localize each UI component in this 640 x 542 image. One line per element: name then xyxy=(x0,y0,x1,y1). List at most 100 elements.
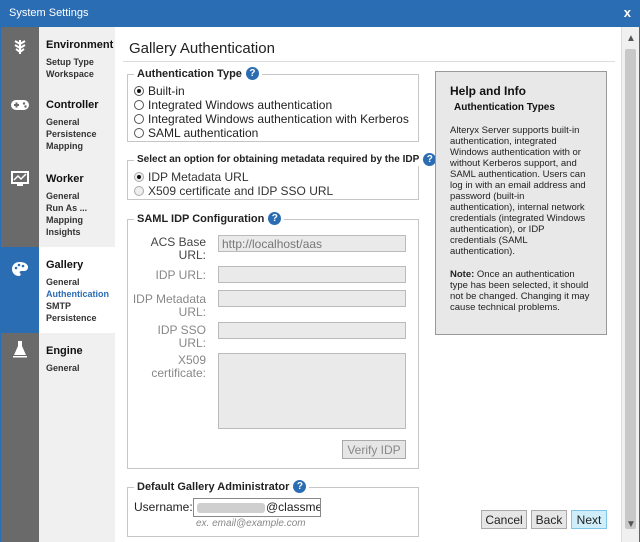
nav-heading-worker[interactable]: Worker xyxy=(46,173,87,185)
radio-label: X509 certificate and IDP SSO URL xyxy=(148,184,334,198)
radio-indicator[interactable] xyxy=(134,186,144,196)
nav-section-engine: Engine General xyxy=(46,345,83,374)
acs-base-url-label: ACS Base URL: xyxy=(150,235,206,262)
radio-label: SAML authentication xyxy=(148,126,259,140)
default-admin-help-icon[interactable]: ? xyxy=(293,480,307,493)
metadata-legend: Select an option for obtaining metadata … xyxy=(134,153,440,166)
radio-label: Integrated Windows authentication xyxy=(148,98,333,112)
scroll-up-arrow[interactable]: ▲ xyxy=(622,31,640,47)
nav-item-gallery-general[interactable]: General xyxy=(46,276,109,288)
nav-item-gallery-authentication[interactable]: Authentication xyxy=(46,288,109,300)
help-note-label: Note: xyxy=(450,269,475,280)
nav-item-gallery-smtp[interactable]: SMTP xyxy=(46,300,109,312)
nav-item-setup-type[interactable]: Setup Type xyxy=(46,56,113,68)
radio-indicator[interactable] xyxy=(134,114,144,124)
palette-icon[interactable] xyxy=(1,255,39,283)
radio-indicator[interactable] xyxy=(134,128,144,138)
next-button[interactable]: Next xyxy=(571,510,607,529)
saml-config-group: SAML IDP Configuration ? ACS Base URL: h… xyxy=(127,212,419,469)
monitor-icon[interactable] xyxy=(1,165,39,193)
radio-integrated-windows-kerberos[interactable]: Integrated Windows authentication with K… xyxy=(134,112,409,126)
redacted-text xyxy=(197,502,265,513)
metadata-legend-text: Select an option for obtaining metadata … xyxy=(137,154,420,165)
nav-section-environment: Environment Setup Type Workspace xyxy=(46,39,113,80)
idp-url-field[interactable] xyxy=(218,266,406,283)
radio-label: Integrated Windows authentication with K… xyxy=(148,112,409,126)
flask-icon[interactable] xyxy=(1,335,39,363)
nav-item-worker-insights[interactable]: Insights xyxy=(46,226,87,238)
window-title: System Settings xyxy=(9,7,89,19)
gamepad-icon[interactable] xyxy=(1,91,39,119)
main-content: Gallery Authentication Authentication Ty… xyxy=(115,27,621,542)
help-body: Alteryx Server supports built-in authent… xyxy=(450,125,586,257)
nav-section-worker: Worker General Run As ... Mapping Insigh… xyxy=(46,173,87,238)
nav-item-engine-general[interactable]: General xyxy=(46,362,83,374)
nav-heading-engine[interactable]: Engine xyxy=(46,345,83,357)
nav-heading-gallery[interactable]: Gallery xyxy=(46,259,109,271)
saml-help-icon[interactable]: ? xyxy=(268,212,282,225)
saml-legend-text: SAML IDP Configuration xyxy=(137,212,265,225)
idp-metadata-url-field[interactable] xyxy=(218,290,406,307)
settings-navigation: Environment Setup Type Workspace Control… xyxy=(39,27,115,542)
username-hint: ex. email@example.com xyxy=(196,518,306,529)
help-subtitle: Authentication Types xyxy=(454,102,555,113)
radio-saml[interactable]: SAML authentication xyxy=(134,126,258,140)
auth-type-help-icon[interactable]: ? xyxy=(245,67,259,80)
help-title: Help and Info xyxy=(450,84,526,98)
leaf-icon[interactable] xyxy=(1,33,39,61)
nav-item-gallery-persistence[interactable]: Persistence xyxy=(46,312,109,324)
help-note: Note: Once an authentication type has be… xyxy=(450,269,592,313)
system-settings-window: System Settings x Environment Setup Type… xyxy=(0,0,640,542)
metadata-option-group: Select an option for obtaining metadata … xyxy=(127,153,440,200)
radio-label: Built-in xyxy=(148,84,185,98)
default-admin-group: Default Gallery Administrator ? Username… xyxy=(127,480,419,537)
nav-item-worker-mapping[interactable]: Mapping xyxy=(46,214,87,226)
vertical-scrollbar[interactable]: ▲ ▼ xyxy=(621,27,639,542)
nav-item-controller-general[interactable]: General xyxy=(46,116,99,128)
radio-indicator[interactable] xyxy=(134,100,144,110)
radio-x509-sso[interactable]: X509 certificate and IDP SSO URL xyxy=(134,184,333,198)
icon-sidebar xyxy=(1,27,39,542)
title-bar: System Settings x xyxy=(1,1,639,27)
help-info-panel: Help and Info Authentication Types Alter… xyxy=(435,71,607,335)
nav-item-worker-general[interactable]: General xyxy=(46,190,87,202)
default-admin-legend: Default Gallery Administrator ? xyxy=(134,480,310,493)
nav-item-controller-persistence[interactable]: Persistence xyxy=(46,128,99,140)
cancel-button[interactable]: Cancel xyxy=(481,510,527,529)
username-label: Username: xyxy=(134,500,193,514)
title-divider xyxy=(123,61,615,62)
nav-item-controller-mapping[interactable]: Mapping xyxy=(46,140,99,152)
idp-sso-url-label: IDP SSO URL: xyxy=(157,323,206,350)
auth-type-group: Authentication Type ? Built-in Integrate… xyxy=(127,67,419,142)
nav-section-controller: Controller General Persistence Mapping xyxy=(46,99,99,152)
radio-idp-metadata-url[interactable]: IDP Metadata URL xyxy=(134,170,249,184)
nav-section-gallery: Gallery General Authentication SMTP Pers… xyxy=(46,259,109,324)
radio-integrated-windows[interactable]: Integrated Windows authentication xyxy=(134,98,332,112)
scrollbar-thumb[interactable] xyxy=(625,49,636,529)
nav-heading-controller[interactable]: Controller xyxy=(46,99,99,111)
default-admin-legend-text: Default Gallery Administrator xyxy=(137,480,290,493)
radio-built-in[interactable]: Built-in xyxy=(134,84,185,98)
nav-item-worker-run-as[interactable]: Run As ... xyxy=(46,202,87,214)
scroll-down-arrow[interactable]: ▼ xyxy=(622,517,640,533)
auth-type-legend-text: Authentication Type xyxy=(137,67,242,80)
idp-url-label: IDP URL: xyxy=(155,268,206,282)
back-button[interactable]: Back xyxy=(531,510,567,529)
nav-heading-environment[interactable]: Environment xyxy=(46,39,113,51)
username-value: @classmet xyxy=(266,500,321,514)
page-title: Gallery Authentication xyxy=(129,40,275,57)
username-input[interactable]: @classmet xyxy=(193,498,321,517)
radio-indicator-selected[interactable] xyxy=(134,172,144,182)
close-button[interactable]: x xyxy=(624,5,631,20)
x509-certificate-label: X509 certificate: xyxy=(151,353,206,380)
auth-type-legend: Authentication Type ? xyxy=(134,67,262,80)
idp-sso-url-field[interactable] xyxy=(218,322,406,339)
idp-metadata-url-label: IDP Metadata URL: xyxy=(132,292,206,319)
verify-idp-button[interactable]: Verify IDP xyxy=(342,440,406,459)
nav-item-workspace[interactable]: Workspace xyxy=(46,68,113,80)
saml-legend: SAML IDP Configuration ? xyxy=(134,212,285,225)
radio-indicator-selected[interactable] xyxy=(134,86,144,96)
x509-certificate-field[interactable] xyxy=(218,353,406,429)
radio-label: IDP Metadata URL xyxy=(148,170,249,184)
acs-base-url-field[interactable]: http://localhost/aas xyxy=(218,235,406,252)
